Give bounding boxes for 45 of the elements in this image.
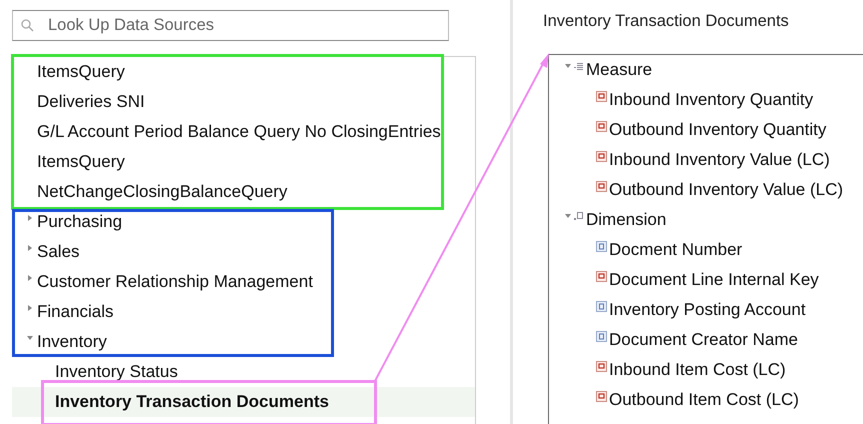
expand-icon[interactable]	[27, 305, 33, 311]
field-item[interactable]: Inbound Inventory Value (LC)	[609, 150, 830, 170]
collapse-icon[interactable]	[27, 335, 33, 341]
field-item[interactable]: Inventory Posting Account	[609, 300, 806, 320]
field-item[interactable]: Inbound Item Cost (LC)	[609, 360, 786, 380]
hierarchy-icon	[574, 212, 583, 222]
query-item[interactable]: G/L Account Period Balance Query No ClosingEntries	[37, 122, 441, 142]
numeric-field-icon	[596, 361, 607, 372]
numeric-field-icon	[596, 271, 607, 282]
category-item[interactable]: Inventory	[37, 332, 107, 352]
group-item[interactable]: Measure	[586, 60, 652, 80]
field-item[interactable]: Document Line Internal Key	[609, 270, 819, 290]
collapse-icon[interactable]	[565, 213, 571, 219]
query-item[interactable]: NetChangeClosingBalanceQuery	[37, 182, 288, 202]
search-icon	[21, 19, 34, 32]
text-field-icon	[596, 241, 607, 252]
text-field-icon	[596, 331, 607, 342]
expand-icon[interactable]	[27, 215, 33, 221]
numeric-field-icon	[596, 91, 607, 102]
panel-title: Inventory Transaction Documents	[543, 12, 790, 32]
category-item[interactable]: Financials	[37, 302, 114, 322]
list-icon	[574, 62, 583, 71]
field-item[interactable]: Outbound Item Cost (LC)	[609, 390, 799, 410]
numeric-field-icon	[596, 121, 607, 132]
category-item[interactable]: Customer Relationship Management	[37, 272, 313, 292]
field-item[interactable]: Inbound Inventory Quantity	[609, 90, 814, 110]
group-item[interactable]: Dimension	[586, 210, 666, 230]
query-item[interactable]: ItemsQuery	[37, 62, 125, 82]
search-field[interactable]: Look Up Data Sources	[12, 10, 449, 41]
expand-icon[interactable]	[27, 275, 33, 281]
tree-item[interactable]: Inventory Status	[55, 362, 182, 382]
field-item[interactable]: Docment Number	[609, 240, 742, 260]
collapse-icon[interactable]	[565, 63, 571, 69]
category-item[interactable]: Sales	[37, 242, 80, 262]
field-item[interactable]: Outbound Inventory Quantity	[609, 120, 826, 140]
expand-icon[interactable]	[27, 245, 33, 251]
category-item[interactable]: Purchasing	[37, 212, 122, 232]
numeric-field-icon	[596, 391, 607, 402]
field-item[interactable]: Outbound Inventory Value (LC)	[609, 180, 844, 200]
query-item[interactable]: ItemsQuery	[37, 152, 125, 172]
text-field-icon	[596, 301, 607, 312]
field-item[interactable]: Document Creator Name	[609, 330, 798, 350]
numeric-field-icon	[596, 181, 607, 192]
query-item[interactable]: Deliveries SNI	[37, 92, 145, 112]
numeric-field-icon	[596, 151, 607, 162]
